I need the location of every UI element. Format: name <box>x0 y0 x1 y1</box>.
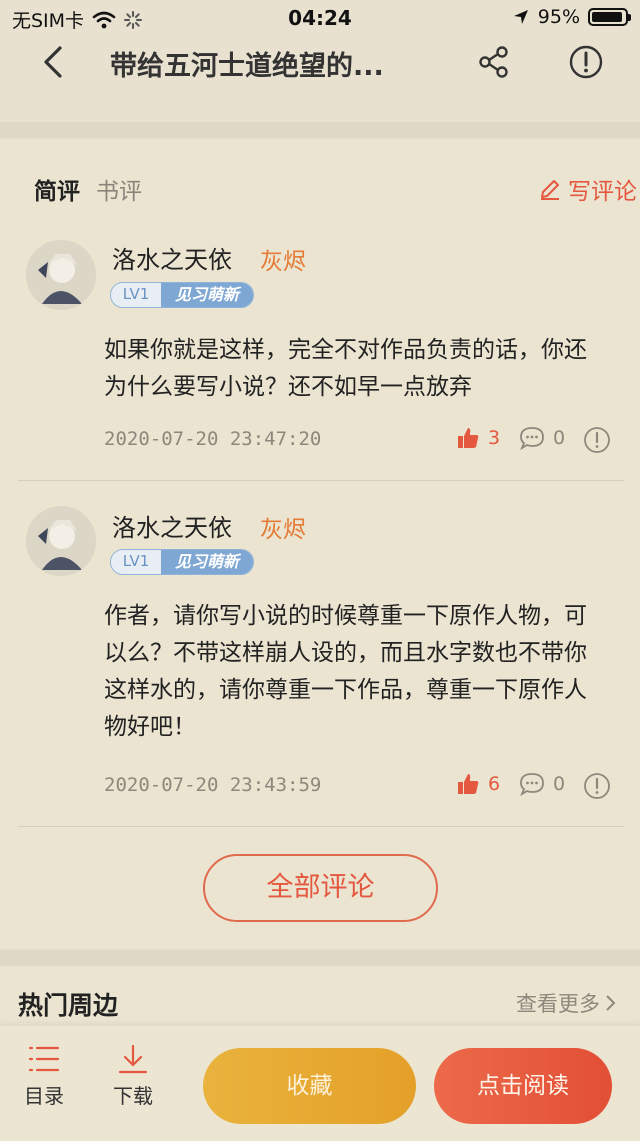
share-icon[interactable] <box>476 44 512 80</box>
level-number: LV1 <box>111 283 161 307</box>
thumbs-up-icon <box>458 428 479 448</box>
level-title: 见习萌新 <box>161 283 253 307</box>
level-badge: LV1 见习萌新 <box>110 549 254 575</box>
username[interactable]: 洛水之天依 <box>112 240 232 275</box>
like-count: 6 <box>488 773 501 795</box>
chevron-right-icon <box>606 995 616 1011</box>
status-bar: 无SIM卡 04:24 95% <box>0 0 640 36</box>
location-arrow-icon <box>513 10 528 24</box>
see-more-link[interactable]: 查看更多 <box>516 988 616 1018</box>
hot-merch-section: 热门周边 查看更多 <box>0 966 640 1026</box>
reply-button[interactable]: 0 <box>519 426 565 450</box>
download-label: 下载 <box>113 1084 153 1108</box>
like-button[interactable]: 6 <box>456 772 500 796</box>
level-number: LV1 <box>111 550 161 574</box>
level-title: 见习萌新 <box>161 550 253 574</box>
divider <box>18 480 624 481</box>
thumbs-up-icon <box>458 774 479 794</box>
section-title: 热门周边 <box>18 991 119 1020</box>
write-comment-label: 写评论 <box>568 179 637 205</box>
report-icon[interactable] <box>566 42 606 82</box>
all-comments-button[interactable]: 全部评论 <box>203 854 438 922</box>
level-badge: LV1 见习萌新 <box>110 282 254 308</box>
tab-book-review[interactable]: 书评 <box>96 172 142 206</box>
comment-text: 作者，请你写小说的时候尊重一下原作人物，可以么？不带这样崩人设的，而且水字数也不… <box>104 603 587 740</box>
report-icon[interactable] <box>583 772 611 800</box>
favorite-button[interactable]: 收藏 <box>203 1048 416 1124</box>
section-divider <box>0 122 640 138</box>
reply-count: 0 <box>553 773 566 795</box>
catalog-button[interactable]: 目录 <box>14 1044 74 1109</box>
avatar-image <box>26 240 96 310</box>
back-arrow-icon[interactable] <box>36 44 72 80</box>
nav-bar: 带给五河士道绝望的... <box>0 36 640 108</box>
divider <box>18 826 624 827</box>
write-comment-button[interactable]: 写评论 <box>538 172 637 206</box>
like-count: 3 <box>488 427 501 449</box>
tab-short-review[interactable]: 简评 <box>34 172 80 206</box>
catalog-label: 目录 <box>24 1084 64 1108</box>
read-button[interactable]: 点击阅读 <box>434 1048 612 1124</box>
list-icon <box>28 1046 60 1072</box>
comment-time: 2020-07-20 23:43:59 <box>104 774 322 796</box>
section-divider <box>0 950 640 966</box>
user-tag: 灰烬 <box>260 249 306 275</box>
comment-bubble-icon <box>520 427 544 450</box>
battery-icon <box>588 8 631 26</box>
review-tabs: 简评 书评 <box>34 172 142 206</box>
username[interactable]: 洛水之天依 <box>112 508 232 543</box>
download-icon <box>118 1044 148 1074</box>
comment-time: 2020-07-20 23:47:20 <box>104 428 322 450</box>
avatar[interactable] <box>26 506 96 576</box>
pencil-icon <box>541 180 559 200</box>
report-icon[interactable] <box>583 426 611 454</box>
comment-bubble-icon <box>520 773 544 796</box>
battery-level <box>592 12 623 22</box>
bottom-toolbar: 目录 下载 收藏 点击阅读 <box>0 1026 640 1141</box>
page-title: 带给五河士道绝望的... <box>110 51 384 82</box>
battery-percent: 95% <box>537 6 580 28</box>
avatar[interactable] <box>26 240 96 310</box>
download-button[interactable]: 下载 <box>103 1044 163 1109</box>
see-more-label: 查看更多 <box>516 992 600 1016</box>
comment-text: 如果你就是这样，完全不对作品负责的话，你还为什么要写小说？还不如早一点放弃 <box>104 337 587 400</box>
avatar-image <box>26 506 96 576</box>
reviews-section: 简评 书评 写评论 洛水之天依 灰烬 LV1 见习萌新 如果你就是这样，完全不对… <box>0 140 640 948</box>
like-button[interactable]: 3 <box>456 426 500 450</box>
reply-button[interactable]: 0 <box>519 772 565 796</box>
reply-count: 0 <box>553 427 566 449</box>
user-tag: 灰烬 <box>260 517 306 543</box>
